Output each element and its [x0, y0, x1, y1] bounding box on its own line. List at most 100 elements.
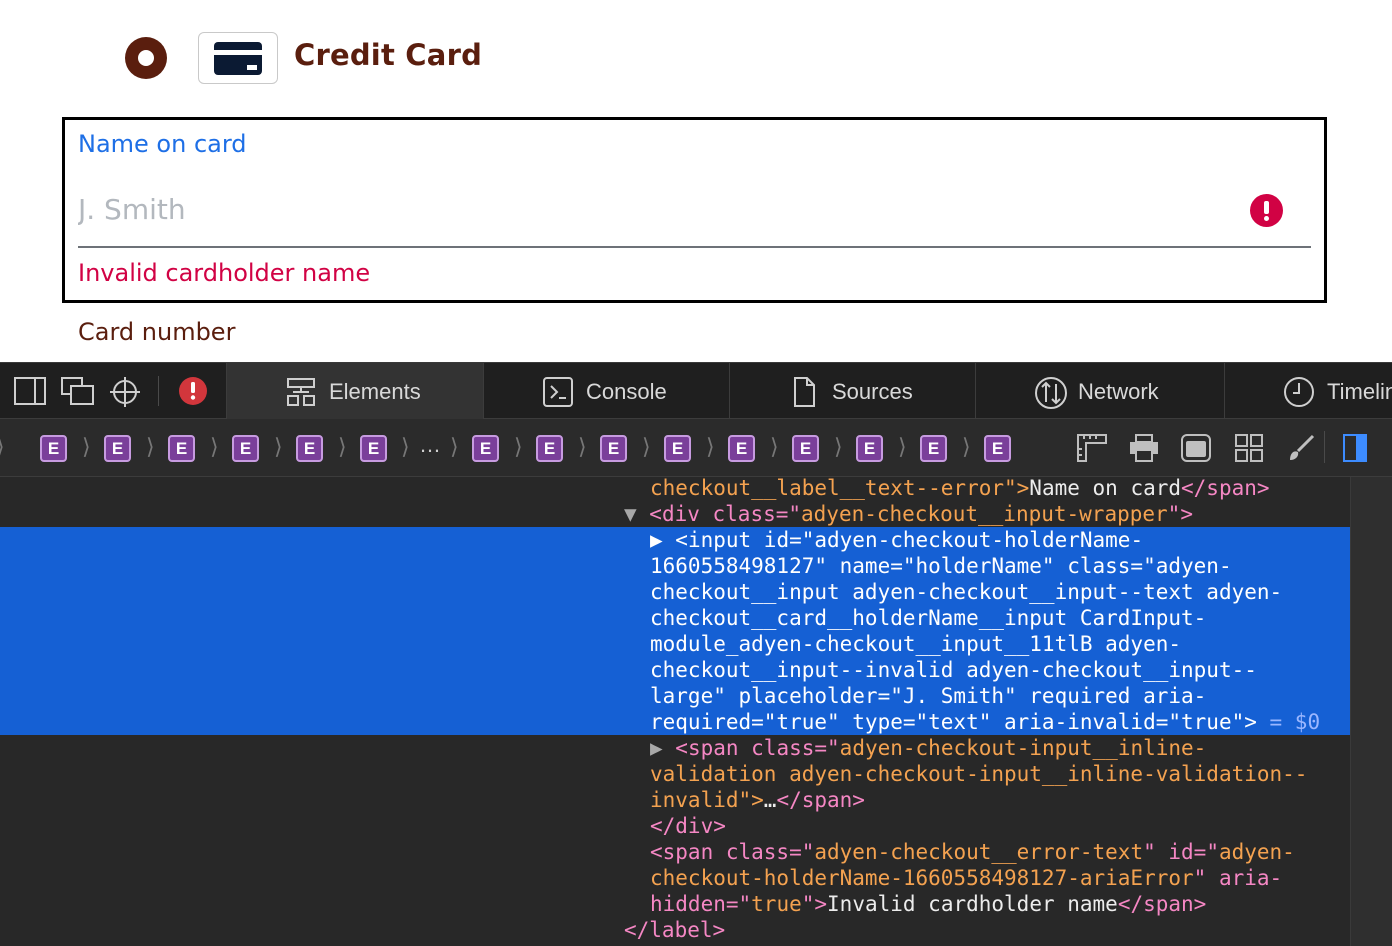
- dom-tree-line-selected[interactable]: checkout__card__holderName__input CardIn…: [650, 605, 1206, 631]
- breadcrumb-element[interactable]: E: [472, 435, 499, 462]
- dom-tree-line[interactable]: </div>: [650, 813, 726, 839]
- dom-tree-line-selected[interactable]: module_adyen-checkout__input__11tlB adye…: [650, 631, 1181, 657]
- tab-network[interactable]: Network: [975, 363, 1224, 419]
- dom-tree-line-selected[interactable]: checkout__input--invalid adyen-checkout_…: [650, 657, 1257, 683]
- dom-tree-line[interactable]: hidden="true">Invalid cardholder name</s…: [650, 891, 1206, 917]
- tag-token: <div class=": [649, 502, 802, 526]
- attr-value: adyen-checkout-input__inline-: [839, 736, 1207, 760]
- tab-label: Network: [1078, 379, 1159, 404]
- tag-token: ">: [801, 892, 828, 916]
- cardholder-name-input[interactable]: [78, 184, 1238, 234]
- print-styles-icon[interactable]: [1128, 433, 1160, 463]
- tab-elements[interactable]: Elements: [226, 363, 483, 419]
- breadcrumb-separator: ⟩: [338, 434, 347, 459]
- web-inspector: Elements Console Sources Network Timeli …: [0, 362, 1392, 946]
- dock-side-icon[interactable]: [13, 376, 47, 406]
- dom-tree-scrollbar[interactable]: [1350, 477, 1392, 946]
- tag-token: </span>: [1117, 892, 1207, 916]
- network-icon: [1035, 377, 1067, 409]
- tag-token: " aria-: [1193, 866, 1283, 890]
- disclosure-closed-icon[interactable]: ▶: [650, 736, 675, 760]
- breadcrumb-separator: ⟩: [834, 434, 843, 459]
- checkout-page: Credit Card Name on card Invalid cardhol…: [0, 0, 1392, 362]
- breadcrumb-element[interactable]: E: [664, 435, 691, 462]
- breadcrumb-separator: ⟩: [401, 434, 410, 459]
- tag-token: hidden=": [650, 892, 752, 916]
- dom-tree-line[interactable]: <span class="adyen-checkout__error-text"…: [650, 839, 1295, 865]
- breadcrumb-element[interactable]: E: [168, 435, 195, 462]
- tab-label: Elements: [329, 379, 421, 404]
- dom-tree-line-selected[interactable]: 1660558498127" name="holderName" class="…: [650, 553, 1232, 579]
- breadcrumb-element[interactable]: E: [104, 435, 131, 462]
- breadcrumb-separator: ⟩: [210, 434, 219, 459]
- breadcrumb-separator: ⟩: [962, 434, 971, 459]
- layout-grid-icon[interactable]: [1234, 433, 1264, 463]
- error-exclamation-icon: [1250, 194, 1283, 227]
- tab-console[interactable]: Console: [483, 363, 729, 419]
- error-count-icon[interactable]: [178, 376, 208, 406]
- dom-tree-line-selected[interactable]: large" placeholder="J. Smith" required a…: [650, 683, 1206, 709]
- breadcrumb-separator: ⟩: [82, 434, 91, 459]
- cardholder-error-text: Invalid cardholder name: [78, 259, 371, 287]
- dom-tree-line[interactable]: checkout__label__text--error">Name on ca…: [650, 477, 1270, 501]
- tag-token: <span class=": [675, 736, 840, 760]
- breadcrumb-element[interactable]: E: [296, 435, 323, 462]
- tab-timelines[interactable]: Timelines: [1224, 363, 1392, 419]
- payment-method-radio[interactable]: [125, 37, 167, 79]
- elements-icon: [287, 378, 315, 406]
- breadcrumb-separator: ⟩: [146, 434, 155, 459]
- tag-token: </span>: [776, 788, 865, 812]
- dom-tree-line[interactable]: </label>: [624, 917, 725, 943]
- screenshot-icon[interactable]: [1180, 433, 1212, 463]
- tab-label: Console: [586, 379, 667, 404]
- attr-value: invalid">: [650, 788, 764, 812]
- breadcrumb-separator: ⟩: [274, 434, 283, 459]
- disclosure-open-icon[interactable]: ▼: [624, 502, 649, 526]
- attr-value: true: [751, 892, 802, 916]
- attr-value: validation adyen-checkout-input__inline-…: [650, 762, 1308, 786]
- dom-tree-line[interactable]: invalid">…</span>: [650, 787, 865, 813]
- dom-tree-line-selected[interactable]: required="true" type="text" aria-invalid…: [650, 709, 1320, 735]
- element-picker-icon[interactable]: [108, 376, 142, 408]
- breadcrumb-separator: ⟩: [0, 434, 5, 460]
- tab-sources[interactable]: Sources: [729, 363, 975, 419]
- console-ref-token: = $0: [1256, 710, 1321, 734]
- timelines-icon: [1284, 377, 1314, 407]
- dom-tree-line[interactable]: validation adyen-checkout-input__inline-…: [650, 761, 1307, 787]
- payment-method-title: Credit Card: [294, 38, 483, 72]
- dom-tree-line[interactable]: ▶ <span class="adyen-checkout-input__inl…: [650, 735, 1206, 761]
- breadcrumb-element[interactable]: E: [40, 435, 67, 462]
- tag-token: 1660558498127" name="holderName" class="…: [650, 554, 1232, 578]
- detach-window-icon[interactable]: [60, 376, 96, 406]
- breadcrumb-element[interactable]: E: [792, 435, 819, 462]
- dom-tree-line-selected[interactable]: checkout__input adyen-checkout__input--t…: [650, 579, 1282, 605]
- breadcrumb-separator: ⟩: [642, 434, 651, 459]
- breadcrumb-element[interactable]: E: [600, 435, 627, 462]
- paint-brush-icon[interactable]: [1286, 433, 1316, 463]
- tab-label: Timelines: [1327, 379, 1392, 404]
- breadcrumb-element[interactable]: E: [232, 435, 259, 462]
- breadcrumb-element[interactable]: E: [728, 435, 755, 462]
- attr-value: adyen-: [1218, 840, 1295, 864]
- breadcrumb-element[interactable]: E: [856, 435, 883, 462]
- rulers-icon[interactable]: [1076, 433, 1108, 463]
- credit-card-icon: [198, 32, 278, 84]
- breadcrumb-separator: ⟩: [898, 434, 907, 459]
- toolbar-separator: [1324, 431, 1325, 463]
- breadcrumb-element[interactable]: E: [360, 435, 387, 462]
- breadcrumb-ellipsis[interactable]: …: [419, 432, 441, 458]
- dom-tree-line-selected[interactable]: ▶ <input id="adyen-checkout-holderName-: [650, 527, 1143, 553]
- breadcrumb-element[interactable]: E: [920, 435, 947, 462]
- tag-token: <span class=": [650, 840, 815, 864]
- dom-tree-line[interactable]: checkout-holderName-1660558498127-ariaEr…: [650, 865, 1282, 891]
- tag-token: " id=": [1143, 840, 1219, 864]
- tag-token: large" placeholder="J. Smith" required a…: [650, 684, 1207, 708]
- breadcrumb-separator: ⟩: [578, 434, 587, 459]
- breadcrumb-separator: ⟩: [514, 434, 523, 459]
- tag-token: </div>: [650, 814, 726, 838]
- disclosure-closed-icon[interactable]: ▶: [650, 528, 675, 552]
- sidebar-toggle-icon[interactable]: [1342, 433, 1368, 463]
- dom-tree-line[interactable]: ▼ <div class="adyen-checkout__input-wrap…: [624, 501, 1193, 527]
- breadcrumb-element[interactable]: E: [536, 435, 563, 462]
- breadcrumb-element-selected[interactable]: E: [984, 435, 1011, 462]
